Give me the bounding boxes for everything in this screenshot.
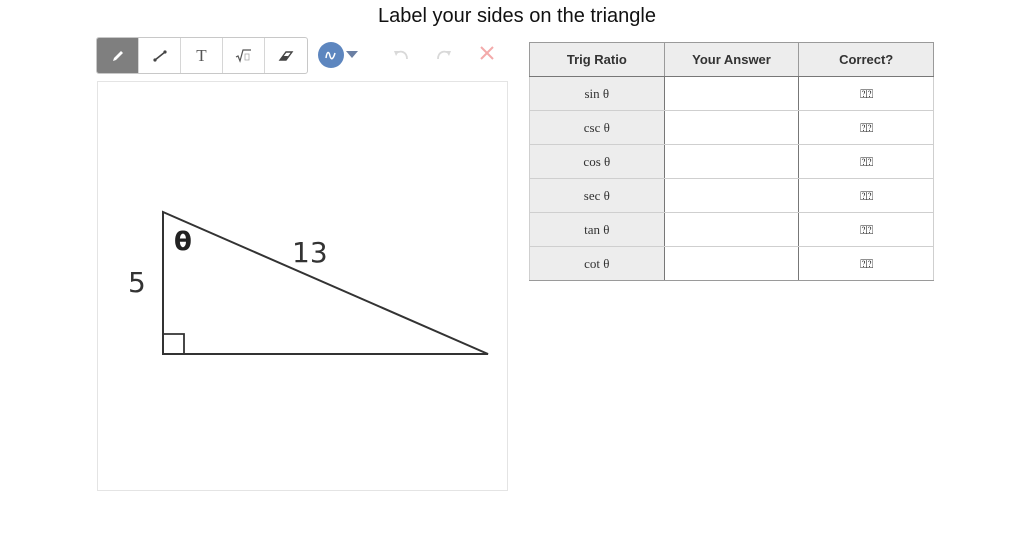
eraser-tool-button[interactable] <box>265 38 307 73</box>
header-your-answer: Your Answer <box>663 42 800 77</box>
table-row: csc θ ⍰⍰ <box>529 110 934 145</box>
drawing-canvas[interactable]: 5 13 θ <box>97 81 508 491</box>
header-trig-ratio: Trig Ratio <box>529 42 665 77</box>
pencil-icon <box>112 50 123 61</box>
line-tool-button[interactable] <box>139 38 181 73</box>
answer-input-cell[interactable] <box>663 144 800 179</box>
close-icon <box>480 46 494 60</box>
color-picker-button[interactable] <box>318 42 344 68</box>
missing-glyph-icon: ⍰⍰ <box>859 256 873 271</box>
eraser-icon <box>278 50 294 61</box>
right-triangle <box>162 210 489 355</box>
answer-input-cell[interactable] <box>663 110 800 145</box>
redo-button[interactable] <box>434 45 454 68</box>
table-row: cos θ ⍰⍰ <box>529 144 934 179</box>
text-tool-button[interactable]: T <box>181 38 223 73</box>
correct-indicator: ⍰⍰ <box>798 110 934 145</box>
table-row: tan θ ⍰⍰ <box>529 212 934 247</box>
answer-input-cell[interactable] <box>663 76 800 111</box>
correct-indicator: ⍰⍰ <box>798 246 934 281</box>
answer-input-cell[interactable] <box>663 178 800 213</box>
missing-glyph-icon: ⍰⍰ <box>859 86 873 101</box>
correct-indicator: ⍰⍰ <box>798 178 934 213</box>
correct-indicator: ⍰⍰ <box>798 212 934 247</box>
clear-button[interactable] <box>478 44 496 67</box>
correct-indicator: ⍰⍰ <box>798 144 934 179</box>
right-angle-marker <box>163 333 185 354</box>
side-label-vertical: 5 <box>128 266 146 299</box>
equation-tool-button[interactable] <box>223 38 265 73</box>
table-row: sec θ ⍰⍰ <box>529 178 934 213</box>
page-title: Label your sides on the triangle <box>378 5 656 27</box>
side-label-hypotenuse: 13 <box>292 236 328 269</box>
squiggle-icon <box>325 51 336 60</box>
undo-button[interactable] <box>391 45 411 68</box>
angle-label: θ <box>174 227 192 257</box>
trig-ratio-table: Trig Ratio Your Answer Correct? sin θ ⍰⍰… <box>529 42 934 281</box>
ratio-cell: cot θ <box>529 246 665 281</box>
missing-glyph-icon: ⍰⍰ <box>859 120 873 135</box>
ratio-cell: sec θ <box>529 178 665 213</box>
ratio-cell: cos θ <box>529 144 665 179</box>
missing-glyph-icon: ⍰⍰ <box>859 222 873 237</box>
table-header-row: Trig Ratio Your Answer Correct? <box>529 42 934 77</box>
drawing-toolbar: T <box>96 37 308 74</box>
text-tool-icon: T <box>196 45 207 65</box>
sqrt-icon <box>235 48 251 63</box>
table-row: sin θ ⍰⍰ <box>529 76 934 111</box>
answer-input-cell[interactable] <box>663 246 800 281</box>
answer-input-cell[interactable] <box>663 212 800 247</box>
ratio-cell: tan θ <box>529 212 665 247</box>
missing-glyph-icon: ⍰⍰ <box>859 188 873 203</box>
chevron-down-icon[interactable] <box>346 51 358 58</box>
undo-icon <box>394 50 408 60</box>
redo-icon <box>437 50 451 60</box>
header-correct: Correct? <box>798 42 934 77</box>
correct-indicator: ⍰⍰ <box>798 76 934 111</box>
line-icon <box>152 49 167 62</box>
missing-glyph-icon: ⍰⍰ <box>859 154 873 169</box>
ratio-cell: csc θ <box>529 110 665 145</box>
ratio-cell: sin θ <box>529 76 665 111</box>
table-row: cot θ ⍰⍰ <box>529 246 934 281</box>
triangle-drawing: 5 13 θ <box>128 210 489 355</box>
pencil-tool-button[interactable] <box>97 38 139 73</box>
